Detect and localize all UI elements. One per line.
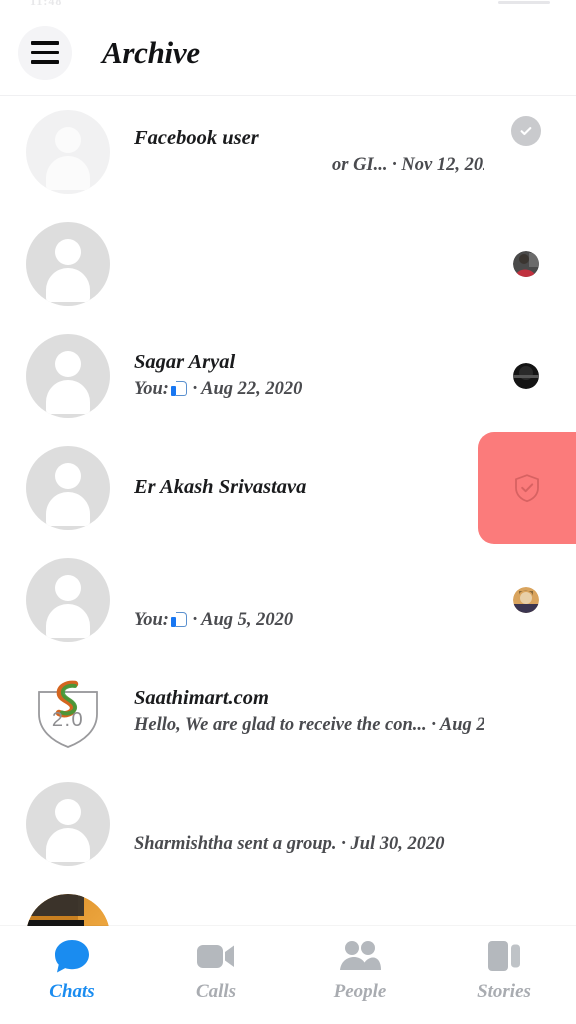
- avatar-placeholder: [26, 446, 110, 530]
- snippet-separator: ·: [387, 155, 402, 176]
- hamburger-icon[interactable]: [18, 25, 72, 80]
- conversation-status-slot: [484, 110, 568, 194]
- status-bar-time: 11:48: [30, 0, 63, 8]
- conversation-name: Saathimart.com: [134, 686, 269, 709]
- conversation-date: Jul 30, 2020: [350, 834, 445, 855]
- conversation-text-block: Er Akash Srivastava: [134, 446, 484, 530]
- conversation-text-block: Sharmishtha sent a group. · Jul 30, 2020: [134, 782, 484, 866]
- nav-tab-label: Calls: [195, 981, 237, 1002]
- snippet-separator: ·: [187, 610, 202, 631]
- conversation-text-block: Saathimart.com Hello, We are glad to rece…: [134, 670, 484, 754]
- snippet-separator: ·: [187, 379, 202, 400]
- snippet-text: Sharmishtha sent a group.: [134, 834, 337, 855]
- conversation-status-slot: [484, 558, 568, 642]
- conversation-text-block: Facebook user or GI... · Nov 12, 2020: [134, 110, 484, 194]
- conversation-date: Nov 12, 2020: [401, 155, 484, 176]
- nav-tab-calls[interactable]: Calls: [144, 938, 288, 1003]
- chat-bubble-icon: [52, 938, 92, 974]
- conversation-row[interactable]: Er Akash Srivastava: [0, 432, 576, 544]
- avatar-photo: [26, 894, 110, 926]
- thumbs-up-icon: [170, 612, 187, 628]
- conversation-text-block: You: · Aug 5, 2020: [134, 558, 484, 642]
- conversation-row[interactable]: Sharmishtha sent a group. · Jul 30, 2020: [0, 768, 576, 880]
- avatar-placeholder: [26, 222, 110, 306]
- conversation-date: Aug 22, 2020: [201, 379, 303, 400]
- conversation-row[interactable]: 2.0 Saathimart.com Hello, We are glad to r…: [0, 656, 576, 768]
- avatar-placeholder: [26, 782, 110, 866]
- video-camera-icon: [195, 938, 237, 974]
- nav-tab-people[interactable]: People: [288, 938, 432, 1003]
- snippet-text: or GI...: [332, 155, 388, 176]
- avatar-placeholder: [26, 110, 110, 194]
- conversation-status-slot: [484, 670, 568, 754]
- conversation-status-slot: [484, 334, 568, 418]
- conversation-list[interactable]: Facebook user or GI... · Nov 12, 2020 Saga…: [0, 96, 576, 926]
- conversation-row[interactable]: You: · Aug 5, 2020: [0, 544, 576, 656]
- conversation-text-block: Sagar Aryal You: · Aug 22, 2020: [134, 334, 484, 418]
- conversation-status-slot: [484, 782, 568, 866]
- conversation-text-block: [134, 222, 484, 306]
- conversation-row[interactable]: Sagar Aryal You: · Aug 22, 2020: [0, 320, 576, 432]
- status-bar-battery-icon: [498, 1, 550, 4]
- status-bar: 11:48: [0, 0, 576, 10]
- conversation-name: Facebook user: [134, 126, 259, 149]
- snippet-text: You:: [134, 610, 169, 631]
- bottom-navigation-bar: Chats Calls People Stories: [0, 926, 576, 1024]
- avatar-placeholder: [26, 334, 110, 418]
- thumbs-up-icon: [170, 381, 187, 397]
- people-icon: [338, 938, 382, 974]
- page-title: Archive: [102, 34, 200, 70]
- conversation-snippet: or GI... · Nov 12, 2020: [134, 152, 484, 179]
- conversation-snippet: Sharmishtha sent a group. · Jul 30, 2020: [134, 831, 484, 858]
- read-receipt-avatar: [513, 363, 539, 389]
- snippet-text: Hello, We are glad to receive the con...: [134, 715, 427, 736]
- message-sent-check-icon: [511, 116, 541, 146]
- conversation-text-block: [134, 894, 484, 926]
- conversation-snippet: Hello, We are glad to receive the con...…: [134, 712, 484, 739]
- conversation-date: Aug 5, 2020: [201, 610, 294, 631]
- app-header: Archive: [0, 10, 576, 96]
- read-receipt-avatar: [513, 587, 539, 613]
- saathimart-shield-logo-icon: 2.0: [26, 670, 110, 754]
- svg-text:2.0: 2.0: [52, 709, 84, 731]
- conversation-date: Aug 2, 2020: [439, 715, 484, 736]
- nav-tab-label: People: [333, 981, 387, 1002]
- check-circle-icon: [512, 473, 542, 503]
- nav-tab-chats[interactable]: Chats: [0, 938, 144, 1003]
- snippet-separator: ·: [426, 715, 440, 736]
- conversation-row[interactable]: [0, 208, 576, 320]
- nav-tab-label: Stories: [477, 981, 531, 1002]
- conversation-row[interactable]: Facebook user or GI... · Nov 12, 2020: [0, 96, 576, 208]
- swipe-mark-as-read-button[interactable]: [478, 432, 576, 544]
- snippet-separator: ·: [336, 834, 351, 855]
- read-receipt-avatar: [513, 251, 539, 277]
- messenger-archive-screen: 11:48 Archive Facebook user or GI... · No…: [0, 0, 576, 1024]
- nav-tab-label: Chats: [49, 981, 95, 1002]
- conversation-name: Sagar Aryal: [134, 350, 236, 373]
- conversation-name: Er Akash Srivastava: [134, 476, 307, 499]
- conversation-status-slot: [484, 894, 568, 926]
- conversation-row[interactable]: [0, 880, 576, 926]
- avatar-placeholder: [26, 558, 110, 642]
- snippet-text: You:: [134, 379, 169, 400]
- nav-tab-stories[interactable]: Stories: [432, 938, 576, 1003]
- conversation-snippet: You: · Aug 5, 2020: [134, 607, 484, 634]
- conversation-snippet: You: · Aug 22, 2020: [134, 376, 484, 403]
- conversation-status-slot: [484, 222, 568, 306]
- stories-icon: [486, 938, 522, 974]
